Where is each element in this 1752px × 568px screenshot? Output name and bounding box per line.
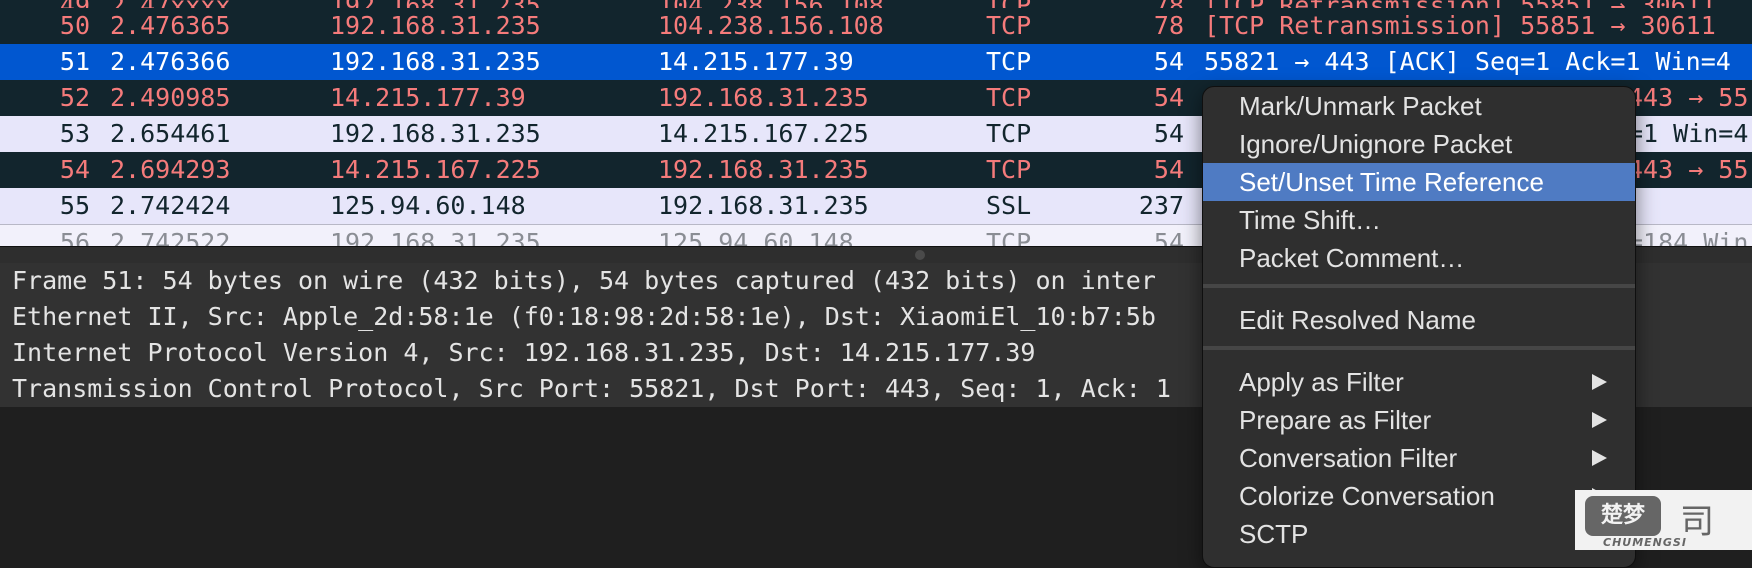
packet-time: 2.694293 xyxy=(110,155,231,184)
submenu-arrow-icon xyxy=(1592,412,1607,428)
packet-protocol: TCP xyxy=(986,119,1032,148)
packet-source: 14.215.177.39 xyxy=(330,83,526,112)
packet-info: =1 Win=4 xyxy=(1628,119,1749,148)
packet-destination: 125.94.60.148 xyxy=(658,228,854,246)
menu-item-label: Conversation Filter xyxy=(1239,443,1458,473)
menu-item-label: Apply as Filter xyxy=(1239,367,1404,397)
menu-item-time-reference[interactable]: Set/Unset Time Reference xyxy=(1203,163,1635,201)
packet-destination: 104.238.156.108 xyxy=(658,11,884,40)
packet-length: 54 xyxy=(1153,119,1184,148)
context-menu: Mark/Unmark Packet Ignore/Unignore Packe… xyxy=(1202,86,1636,568)
packet-source: 125.94.60.148 xyxy=(330,191,526,220)
submenu-arrow-icon xyxy=(1592,374,1607,390)
menu-item-colorize-conversation[interactable]: Colorize Conversation xyxy=(1203,477,1635,515)
packet-info: =184 Win xyxy=(1628,228,1749,246)
packet-length: 54 xyxy=(1153,155,1184,184)
splitter-handle[interactable] xyxy=(915,250,925,260)
submenu-arrow-icon xyxy=(1592,450,1607,466)
packet-no: 50 xyxy=(59,11,90,40)
packet-no: 52 xyxy=(59,83,90,112)
packet-time: 2.742424 xyxy=(110,191,231,220)
watermark-brand: CHUMENGSI xyxy=(1603,536,1687,549)
packet-info: 443 → 55 xyxy=(1628,155,1749,184)
menu-item-time-shift[interactable]: Time Shift… xyxy=(1203,201,1635,239)
detail-tcp[interactable]: Transmission Control Protocol, Src Port:… xyxy=(12,371,1171,407)
packet-protocol: TCP xyxy=(986,83,1032,112)
packet-time: 2.476366 xyxy=(110,47,231,76)
menu-item-packet-comment[interactable]: Packet Comment… xyxy=(1203,239,1635,277)
watermark-logo-icon: 楚梦 xyxy=(1585,496,1661,536)
packet-destination: 192.168.31.235 xyxy=(658,191,869,220)
menu-item-apply-as-filter[interactable]: Apply as Filter xyxy=(1203,363,1635,401)
menu-separator xyxy=(1203,346,1635,350)
packet-destination: 14.215.177.39 xyxy=(658,47,854,76)
packet-protocol: TCP xyxy=(986,11,1032,40)
packet-source: 192.168.31.235 xyxy=(330,228,541,246)
menu-item-mark-unmark[interactable]: Mark/Unmark Packet xyxy=(1203,87,1635,125)
packet-protocol: SSL xyxy=(986,191,1032,220)
menu-item-label: SCTP xyxy=(1239,519,1309,549)
packet-destination: 192.168.31.235 xyxy=(658,83,869,112)
packet-length: 237 xyxy=(1138,191,1184,220)
packet-length: 54 xyxy=(1153,47,1184,76)
packet-protocol: TCP xyxy=(986,155,1032,184)
packet-no: 54 xyxy=(59,155,90,184)
menu-item-label: Packet Comment… xyxy=(1239,243,1465,273)
packet-destination: 192.168.31.235 xyxy=(658,155,869,184)
packet-row-50[interactable]: 50 2.476365 192.168.31.235 104.238.156.1… xyxy=(0,8,1752,44)
menu-item-sctp[interactable]: SCTP xyxy=(1203,515,1635,553)
menu-separator xyxy=(1203,284,1635,288)
menu-item-edit-resolved-name[interactable]: Edit Resolved Name xyxy=(1203,301,1635,339)
packet-time: 2.490985 xyxy=(110,83,231,112)
watermark: 楚梦 司 CHUMENGSI xyxy=(1575,490,1752,550)
packet-source: 192.168.31.235 xyxy=(330,47,541,76)
menu-item-prepare-as-filter[interactable]: Prepare as Filter xyxy=(1203,401,1635,439)
menu-item-conversation-filter[interactable]: Conversation Filter xyxy=(1203,439,1635,477)
packet-info: 443 → 55 xyxy=(1628,83,1749,112)
packet-no: 55 xyxy=(59,191,90,220)
packet-no: 56 xyxy=(59,228,90,246)
packet-length: 54 xyxy=(1153,83,1184,112)
packet-source: 14.215.167.225 xyxy=(330,155,541,184)
menu-item-label: Time Shift… xyxy=(1239,205,1382,235)
detail-ethernet[interactable]: Ethernet II, Src: Apple_2d:58:1e (f0:18:… xyxy=(12,299,1156,335)
packet-source: 192.168.31.235 xyxy=(330,119,541,148)
packet-source: 192.168.31.235 xyxy=(330,11,541,40)
menu-item-label: Set/Unset Time Reference xyxy=(1239,167,1544,197)
packet-time: 2.476365 xyxy=(110,11,231,40)
detail-frame[interactable]: Frame 51: 54 bytes on wire (432 bits), 5… xyxy=(12,263,1156,299)
packet-info: [TCP Retransmission] 55851 → 30611 xyxy=(1204,11,1716,40)
menu-item-label: Ignore/Unignore Packet xyxy=(1239,129,1513,159)
menu-item-label: Mark/Unmark Packet xyxy=(1239,91,1482,121)
packet-no: 53 xyxy=(59,119,90,148)
packet-no: 51 xyxy=(59,47,90,76)
packet-protocol: TCP xyxy=(986,47,1032,76)
packet-protocol: TCP xyxy=(986,228,1032,246)
packet-row-51[interactable]: 51 2.476366 192.168.31.235 14.215.177.39… xyxy=(0,44,1752,80)
menu-item-label: Colorize Conversation xyxy=(1239,481,1495,511)
menu-item-label: Prepare as Filter xyxy=(1239,405,1432,435)
detail-ip[interactable]: Internet Protocol Version 4, Src: 192.16… xyxy=(12,335,1036,371)
menu-item-label: Edit Resolved Name xyxy=(1239,305,1476,335)
packet-time: 2.742522 xyxy=(110,228,231,246)
packet-info: 55821 → 443 [ACK] Seq=1 Ack=1 Win=4 xyxy=(1204,47,1731,76)
menu-item-ignore-unignore[interactable]: Ignore/Unignore Packet xyxy=(1203,125,1635,163)
packet-time: 2.654461 xyxy=(110,119,231,148)
packet-length: 78 xyxy=(1153,11,1184,40)
packet-destination: 14.215.167.225 xyxy=(658,119,869,148)
packet-length: 54 xyxy=(1153,228,1184,246)
